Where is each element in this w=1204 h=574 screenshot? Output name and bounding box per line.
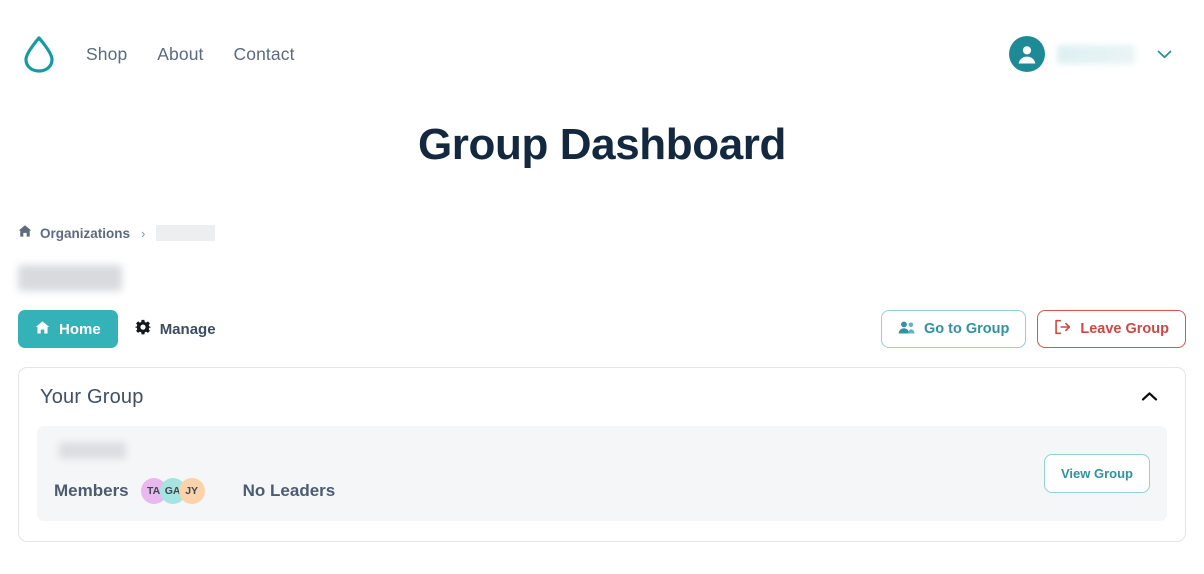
users-glyph-icon xyxy=(898,320,915,333)
tab-home[interactable]: Home xyxy=(18,310,118,348)
members-label: Members xyxy=(54,481,129,500)
leaders-label: No Leaders xyxy=(242,481,336,500)
member-avatar[interactable]: JY xyxy=(178,478,205,504)
user-menu[interactable] xyxy=(1009,36,1186,72)
gear-glyph-icon xyxy=(134,319,151,335)
water-drop-logo-icon xyxy=(24,36,54,73)
top-navbar: Shop About Contact xyxy=(0,0,1204,108)
breadcrumb-organizations[interactable]: Organizations xyxy=(40,226,130,241)
chevron-up-glyph-icon xyxy=(1141,391,1158,400)
nav-link-shop[interactable]: Shop xyxy=(86,44,127,65)
home-glyph-icon xyxy=(35,320,50,333)
tab-manage[interactable]: Manage xyxy=(118,310,233,348)
user-name-redacted xyxy=(1057,44,1135,64)
home-icon xyxy=(35,320,50,339)
group-meta: Members TA GA JY No Leaders xyxy=(54,478,1044,504)
tab-home-label: Home xyxy=(59,320,101,338)
breadcrumb: Organizations › xyxy=(18,223,1186,243)
card-header: Your Group xyxy=(19,368,1185,426)
breadcrumb-current-redacted[interactable] xyxy=(156,225,216,241)
nav-link-contact[interactable]: Contact xyxy=(234,44,295,65)
group-info: Members TA GA JY No Leaders xyxy=(54,442,1044,504)
chevron-up-icon[interactable] xyxy=(1135,386,1164,409)
go-to-group-label: Go to Group xyxy=(923,321,1010,337)
sign-out-icon xyxy=(1054,319,1071,339)
avatar-glyph-icon xyxy=(1018,46,1036,64)
leave-group-label: Leave Group xyxy=(1080,321,1169,337)
leave-group-button[interactable]: Leave Group xyxy=(1037,310,1186,348)
nav-links: Shop About Contact xyxy=(86,44,295,65)
nav-link-about[interactable]: About xyxy=(157,44,203,65)
view-group-button[interactable]: View Group xyxy=(1044,453,1150,493)
member-avatars: TA GA JY xyxy=(140,478,205,504)
organization-name-redacted xyxy=(18,265,122,291)
chevron-down-glyph-icon xyxy=(1157,50,1172,59)
page-content: Organizations › Home Manage Go to Group … xyxy=(0,223,1204,542)
user-avatar-icon xyxy=(1009,36,1045,72)
gear-icon xyxy=(134,319,151,339)
group-row: Members TA GA JY No Leaders View Group xyxy=(37,426,1167,521)
site-logo[interactable] xyxy=(18,33,60,75)
card-title: Your Group xyxy=(40,385,144,408)
sign-out-glyph-icon xyxy=(1055,319,1071,335)
tab-manage-label: Manage xyxy=(159,320,216,338)
home-glyph-icon xyxy=(18,224,32,237)
group-name-redacted xyxy=(59,442,126,459)
users-icon xyxy=(898,320,915,339)
your-group-card: Your Group Members TA GA JY No Leaders V… xyxy=(18,367,1186,542)
go-to-group-button[interactable]: Go to Group xyxy=(880,310,1027,348)
tab-row: Home Manage Go to Group Leave Group xyxy=(18,310,1186,348)
home-icon xyxy=(18,224,32,243)
chevron-down-icon[interactable] xyxy=(1157,47,1172,61)
breadcrumb-separator: › xyxy=(141,225,146,241)
page-title: Group Dashboard xyxy=(417,120,787,169)
